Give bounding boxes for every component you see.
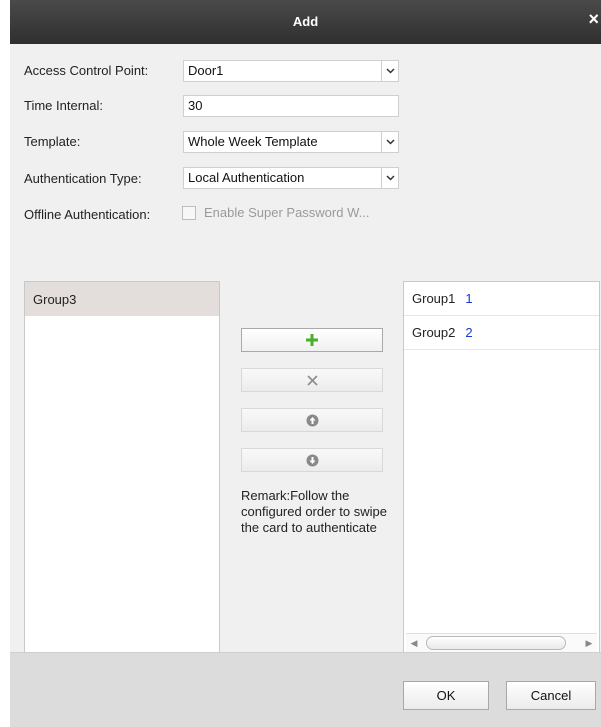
list-item[interactable]: Group1 1: [404, 282, 599, 316]
horizontal-scrollbar[interactable]: ◀ ▶: [406, 633, 597, 652]
super-password-checkbox[interactable]: Enable Super Password W...: [182, 205, 369, 220]
authentication-type-value: Local Authentication: [188, 170, 305, 185]
plus-icon: [306, 334, 318, 346]
list-item-label: Group2: [412, 325, 456, 340]
ok-button[interactable]: OK: [403, 681, 489, 710]
template-select[interactable]: Whole Week Template: [183, 131, 399, 153]
authentication-type-select[interactable]: Local Authentication: [183, 167, 399, 189]
chevron-down-icon[interactable]: [381, 132, 398, 152]
arrow-up-circle-icon: [306, 414, 318, 426]
move-down-button[interactable]: [241, 448, 383, 472]
remove-button[interactable]: [241, 368, 383, 392]
authentication-type-label: Authentication Type:: [24, 171, 142, 186]
scroll-right-icon[interactable]: ▶: [583, 637, 595, 649]
close-icon[interactable]: ×: [588, 10, 599, 28]
access-control-point-label: Access Control Point:: [24, 63, 149, 78]
available-groups-list[interactable]: Group3: [24, 281, 220, 656]
selected-groups-list[interactable]: Group1 1 Group2 2 ◀ ▶: [403, 281, 600, 656]
chevron-down-icon[interactable]: [381, 168, 398, 188]
list-item-order: 1: [465, 291, 473, 306]
x-icon: [306, 374, 318, 386]
time-internal-label: Time Internal:: [24, 98, 103, 113]
access-control-point-value: Door1: [188, 63, 224, 78]
checkbox-box[interactable]: [182, 205, 196, 220]
scroll-left-icon[interactable]: ◀: [408, 637, 420, 649]
offline-authentication-label: Offline Authentication:: [24, 207, 151, 222]
list-item-label: Group1: [412, 291, 456, 306]
dialog-title: Add: [292, 14, 319, 29]
add-button[interactable]: [241, 328, 383, 352]
dialog-titlebar: Add ×: [10, 0, 601, 44]
list-item[interactable]: Group2 2: [404, 316, 599, 350]
move-up-button[interactable]: [241, 408, 383, 432]
template-label: Template:: [24, 134, 81, 149]
list-item-label: Group3: [33, 291, 77, 307]
chevron-down-icon[interactable]: [381, 61, 398, 81]
cancel-button[interactable]: Cancel: [506, 681, 596, 710]
list-item[interactable]: Group3: [25, 282, 219, 316]
list-item-order: 2: [465, 325, 473, 340]
super-password-checkbox-label: Enable Super Password W...: [204, 205, 370, 220]
template-value: Whole Week Template: [188, 134, 318, 149]
arrow-down-circle-icon: [306, 454, 318, 466]
remark-text: Remark:Follow the configured order to sw…: [241, 488, 387, 535]
access-control-point-select[interactable]: Door1: [183, 60, 399, 82]
time-internal-input[interactable]: 30: [183, 95, 399, 117]
scrollbar-thumb[interactable]: [426, 636, 566, 650]
